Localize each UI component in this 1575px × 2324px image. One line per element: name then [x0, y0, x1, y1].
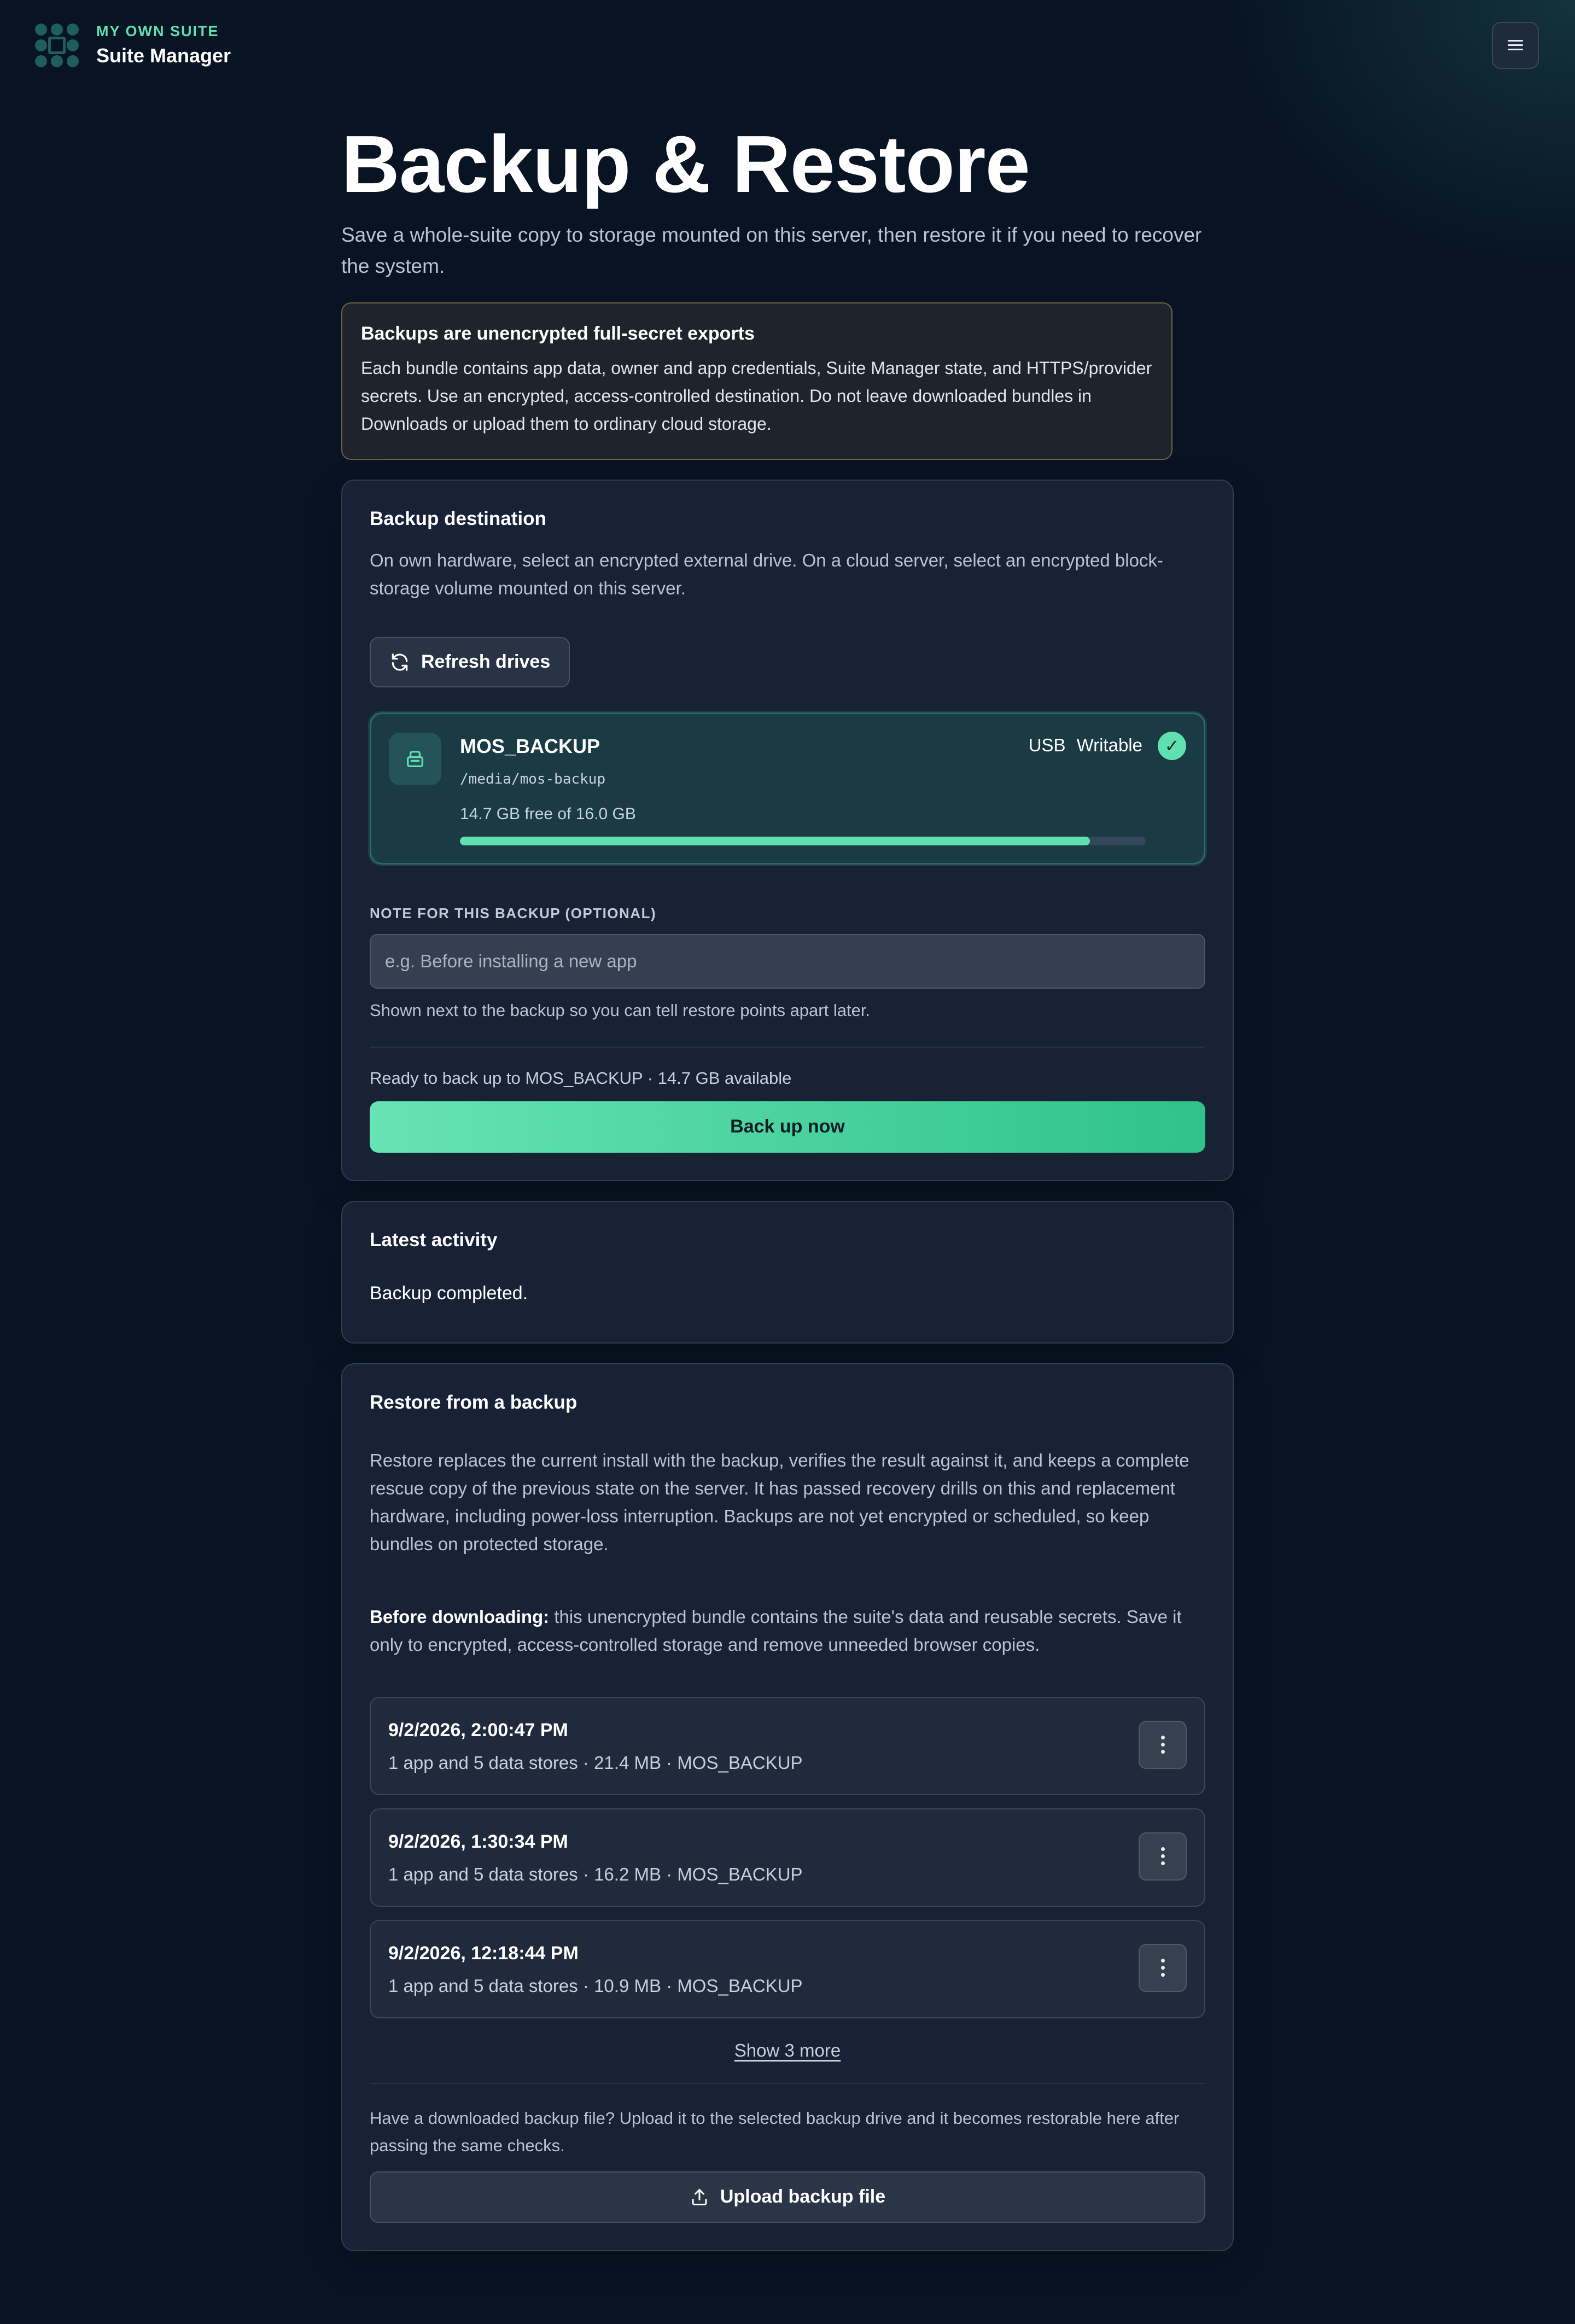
warning-body: Each bundle contains app data, owner and…	[361, 358, 1152, 434]
page-subtitle: Save a whole-suite copy to storage mount…	[341, 223, 1202, 277]
backup-item[interactable]: 9/2/2026, 1:30:34 PM 1 app and 5 data st…	[370, 1808, 1205, 1907]
restore-title: Restore from a backup	[370, 1391, 578, 1413]
backup-item[interactable]: 9/2/2026, 2:00:47 PM 1 app and 5 data st…	[370, 1696, 1205, 1795]
backup-date: 9/2/2026, 12:18:44 PM	[388, 1942, 579, 1964]
backup-item[interactable]: 9/2/2026, 12:18:44 PM 1 app and 5 data s…	[370, 1919, 1205, 2018]
latest-activity-card: Latest activity Backup completed.	[341, 1200, 1234, 1344]
drive-type-tag: USB	[1028, 734, 1066, 755]
backup-more-button[interactable]	[1139, 1832, 1187, 1881]
page-title: Backup & Restore	[341, 119, 1030, 209]
back-up-now-button[interactable]: Back up now	[370, 1101, 1205, 1153]
destination-title: Backup destination	[370, 507, 546, 529]
app-name: Suite Manager	[96, 44, 231, 67]
activity-title: Latest activity	[370, 1229, 498, 1251]
drive-free-space: 14.7 GB free of 16.0 GB	[460, 804, 636, 823]
upload-description: Have a downloaded backup file? Upload it…	[370, 2108, 1180, 2155]
download-warning: Before downloading: this unencrypted bun…	[370, 1603, 1205, 1659]
drive-name: MOS_BACKUP	[460, 734, 600, 757]
drive-tags: USB Writable	[1029, 735, 1142, 756]
restore-description: Restore replaces the current install wit…	[370, 1450, 1189, 1554]
backup-destination-card: Backup destination On own hardware, sele…	[341, 479, 1234, 1181]
selected-check-icon: ✓	[1158, 731, 1186, 760]
drive-icon	[389, 732, 441, 785]
ready-status: Ready to back up to MOS_BACKUP · 14.7 GB…	[370, 1068, 792, 1088]
backup-meta: 1 app and 5 data stores · 16.2 MB · MOS_…	[388, 1864, 803, 1884]
backup-note-input[interactable]	[370, 933, 1205, 989]
grid-logo-icon	[35, 23, 79, 67]
download-warning-bold: Before downloading:	[370, 1606, 550, 1627]
upload-backup-button[interactable]: Upload backup file	[370, 2171, 1205, 2223]
security-warning: Backups are unencrypted full-secret expo…	[341, 302, 1172, 460]
divider	[370, 2082, 1205, 2084]
backup-meta: 1 app and 5 data stores · 21.4 MB · MOS_…	[388, 1752, 803, 1773]
drive-capacity-bar	[460, 836, 1146, 845]
divider	[370, 1046, 1205, 1048]
brand[interactable]: MY OWN SUITE Suite Manager	[35, 23, 231, 67]
backup-more-button[interactable]	[1139, 1720, 1187, 1769]
main-content: Backup & Restore Save a whole-suite copy…	[341, 120, 1234, 2251]
drive-option-mos-backup[interactable]: MOS_BACKUP /media/mos-backup 14.7 GB fre…	[370, 712, 1205, 865]
refresh-icon	[392, 653, 408, 671]
refresh-drives-button[interactable]: Refresh drives	[370, 637, 570, 687]
upload-backup-label: Upload backup file	[720, 2186, 886, 2208]
backup-date: 9/2/2026, 1:30:34 PM	[388, 1831, 568, 1852]
note-help: Shown next to the backup so you can tell…	[370, 1000, 871, 1020]
upload-icon	[692, 2188, 707, 2205]
refresh-drives-label: Refresh drives	[421, 651, 551, 673]
menu-icon	[1508, 40, 1523, 51]
backup-meta: 1 app and 5 data stores · 10.9 MB · MOS_…	[388, 1975, 803, 1996]
activity-text: Backup completed.	[370, 1282, 528, 1304]
menu-button[interactable]	[1492, 22, 1539, 69]
drive-path: /media/mos-backup	[460, 770, 606, 787]
backup-more-button[interactable]	[1139, 1943, 1187, 1992]
brand-text: MY OWN SUITE Suite Manager	[96, 23, 231, 67]
backup-list: 9/2/2026, 2:00:47 PM 1 app and 5 data st…	[370, 1696, 1205, 2018]
note-label: NOTE FOR THIS BACKUP (OPTIONAL)	[370, 904, 657, 921]
restore-card: Restore from a backup Restore replaces t…	[341, 1363, 1234, 2251]
destination-description: On own hardware, select an encrypted ext…	[370, 550, 1163, 598]
drive-status-tag: Writable	[1076, 734, 1142, 755]
brand-kicker: MY OWN SUITE	[96, 23, 219, 39]
show-more-link[interactable]: Show 3 more	[370, 2040, 1205, 2061]
warning-title: Backups are unencrypted full-secret expo…	[361, 323, 755, 344]
backup-date: 9/2/2026, 2:00:47 PM	[388, 1719, 568, 1741]
drive-capacity-fill	[460, 836, 1090, 845]
